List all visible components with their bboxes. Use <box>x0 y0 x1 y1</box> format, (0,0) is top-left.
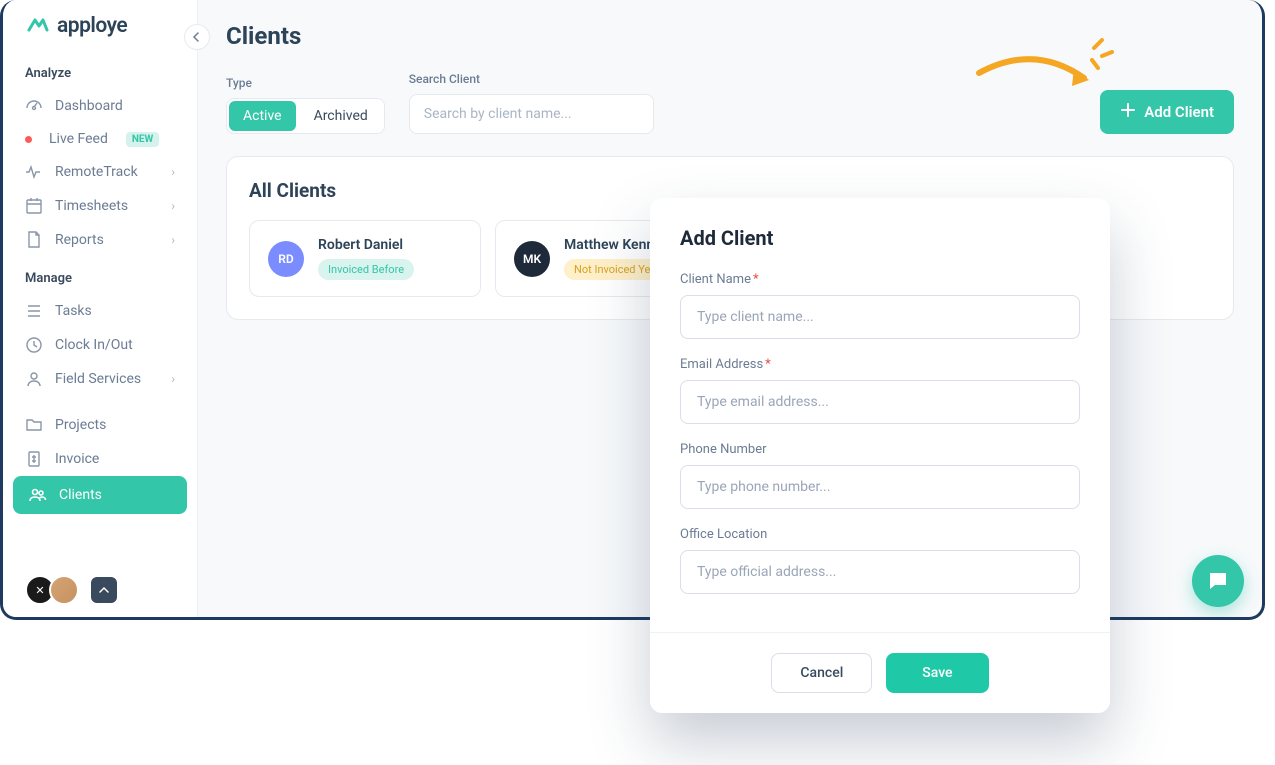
sidebar-item-dashboard[interactable]: Dashboard <box>3 89 197 123</box>
sidebar-item-remotetrack[interactable]: RemoteTrack › <box>3 155 197 189</box>
field-email: Email Address* <box>680 357 1080 424</box>
attention-arrow <box>974 38 1114 108</box>
sidebar-item-invoice[interactable]: Invoice <box>3 442 197 476</box>
logo[interactable]: apploye <box>3 0 197 52</box>
chevron-right-icon: › <box>171 165 175 179</box>
sidebar-item-tasks[interactable]: Tasks <box>3 294 197 328</box>
plus-icon <box>1120 102 1136 122</box>
avatar-stack[interactable]: ✕ <box>25 575 79 605</box>
filter-type-group: Type Active Archived <box>226 76 385 134</box>
sidebar-item-label: Dashboard <box>55 98 123 114</box>
document-icon <box>25 231 43 249</box>
sidebar-item-fieldservices[interactable]: Field Services › <box>3 362 197 396</box>
save-button[interactable]: Save <box>886 653 988 693</box>
invoice-icon <box>25 450 43 468</box>
sidebar-item-label: RemoteTrack <box>55 164 138 180</box>
input-email[interactable] <box>680 380 1080 424</box>
people-icon <box>29 486 47 504</box>
field-client-name: Client Name* <box>680 272 1080 339</box>
sidebar-item-clients[interactable]: Clients <box>13 476 187 514</box>
client-status-badge: Invoiced Before <box>318 259 414 280</box>
sidebar-item-label: Projects <box>55 417 106 433</box>
input-client-name[interactable] <box>680 295 1080 339</box>
input-office[interactable] <box>680 550 1080 594</box>
filter-search-group: Search Client <box>409 72 654 134</box>
logo-icon <box>25 14 49 38</box>
add-client-modal: Add Client Client Name* Email Address* P… <box>650 198 1110 713</box>
client-card[interactable]: RD Robert Daniel Invoiced Before <box>249 220 481 297</box>
cancel-button[interactable]: Cancel <box>771 653 872 693</box>
logo-text: apploye <box>57 14 127 38</box>
sidebar-item-label: Invoice <box>55 451 99 467</box>
sidebar-item-projects[interactable]: Projects <box>3 408 197 442</box>
sidebar-footer: ✕ <box>25 575 117 605</box>
nav-section-analyze: Analyze <box>3 52 197 89</box>
chevron-right-icon: › <box>171 372 175 386</box>
filter-search-label: Search Client <box>409 72 654 86</box>
client-status-badge: Not Invoiced Yet <box>564 259 664 280</box>
type-toggle: Active Archived <box>226 98 385 134</box>
live-dot-icon <box>25 136 32 143</box>
chevron-right-icon: › <box>171 199 175 213</box>
sidebar-item-livefeed[interactable]: Live Feed NEW <box>3 123 197 155</box>
sidebar-item-label: Tasks <box>55 303 92 319</box>
sidebar-item-clock[interactable]: Clock In/Out <box>3 328 197 362</box>
client-avatar: RD <box>268 241 304 277</box>
sidebar-item-label: Timesheets <box>55 198 128 214</box>
sidebar-item-label: Field Services <box>55 371 141 387</box>
modal-title: Add Client <box>680 226 1080 250</box>
chat-fab[interactable] <box>1192 555 1244 607</box>
list-icon <box>25 302 43 320</box>
label-email: Email Address* <box>680 357 1080 372</box>
client-avatar: MK <box>514 241 550 277</box>
label-office: Office Location <box>680 527 1080 542</box>
sidebar-item-reports[interactable]: Reports › <box>3 223 197 257</box>
sidebar-item-label: Live Feed <box>49 131 108 147</box>
add-client-button[interactable]: Add Client <box>1100 90 1234 134</box>
label-client-name: Client Name* <box>680 272 1080 287</box>
chevron-right-icon: › <box>171 233 175 247</box>
sidebar-item-timesheets[interactable]: Timesheets › <box>3 189 197 223</box>
expand-up-button[interactable] <box>91 577 117 603</box>
field-office: Office Location <box>680 527 1080 594</box>
sidebar: apploye Analyze Dashboard Live Feed NEW … <box>3 0 198 617</box>
toggle-active[interactable]: Active <box>229 101 296 131</box>
sidebar-item-label: Clock In/Out <box>55 337 133 353</box>
calendar-icon <box>25 197 43 215</box>
person-icon <box>25 370 43 388</box>
gauge-icon <box>25 97 43 115</box>
toggle-archived[interactable]: Archived <box>298 99 384 133</box>
client-name: Robert Daniel <box>318 237 414 253</box>
folder-icon <box>25 416 43 434</box>
clock-icon <box>25 336 43 354</box>
filter-type-label: Type <box>226 76 385 90</box>
label-phone: Phone Number <box>680 442 1080 457</box>
sidebar-item-label: Reports <box>55 232 104 248</box>
input-phone[interactable] <box>680 465 1080 509</box>
search-input[interactable] <box>409 94 654 134</box>
new-badge: NEW <box>126 132 159 147</box>
add-client-label: Add Client <box>1144 103 1214 121</box>
activity-icon <box>25 163 43 181</box>
sidebar-item-label: Clients <box>59 487 102 503</box>
nav-section-manage: Manage <box>3 257 197 294</box>
avatar <box>49 575 79 605</box>
modal-footer: Cancel Save <box>650 632 1110 713</box>
field-phone: Phone Number <box>680 442 1080 509</box>
client-info: Robert Daniel Invoiced Before <box>318 237 414 280</box>
